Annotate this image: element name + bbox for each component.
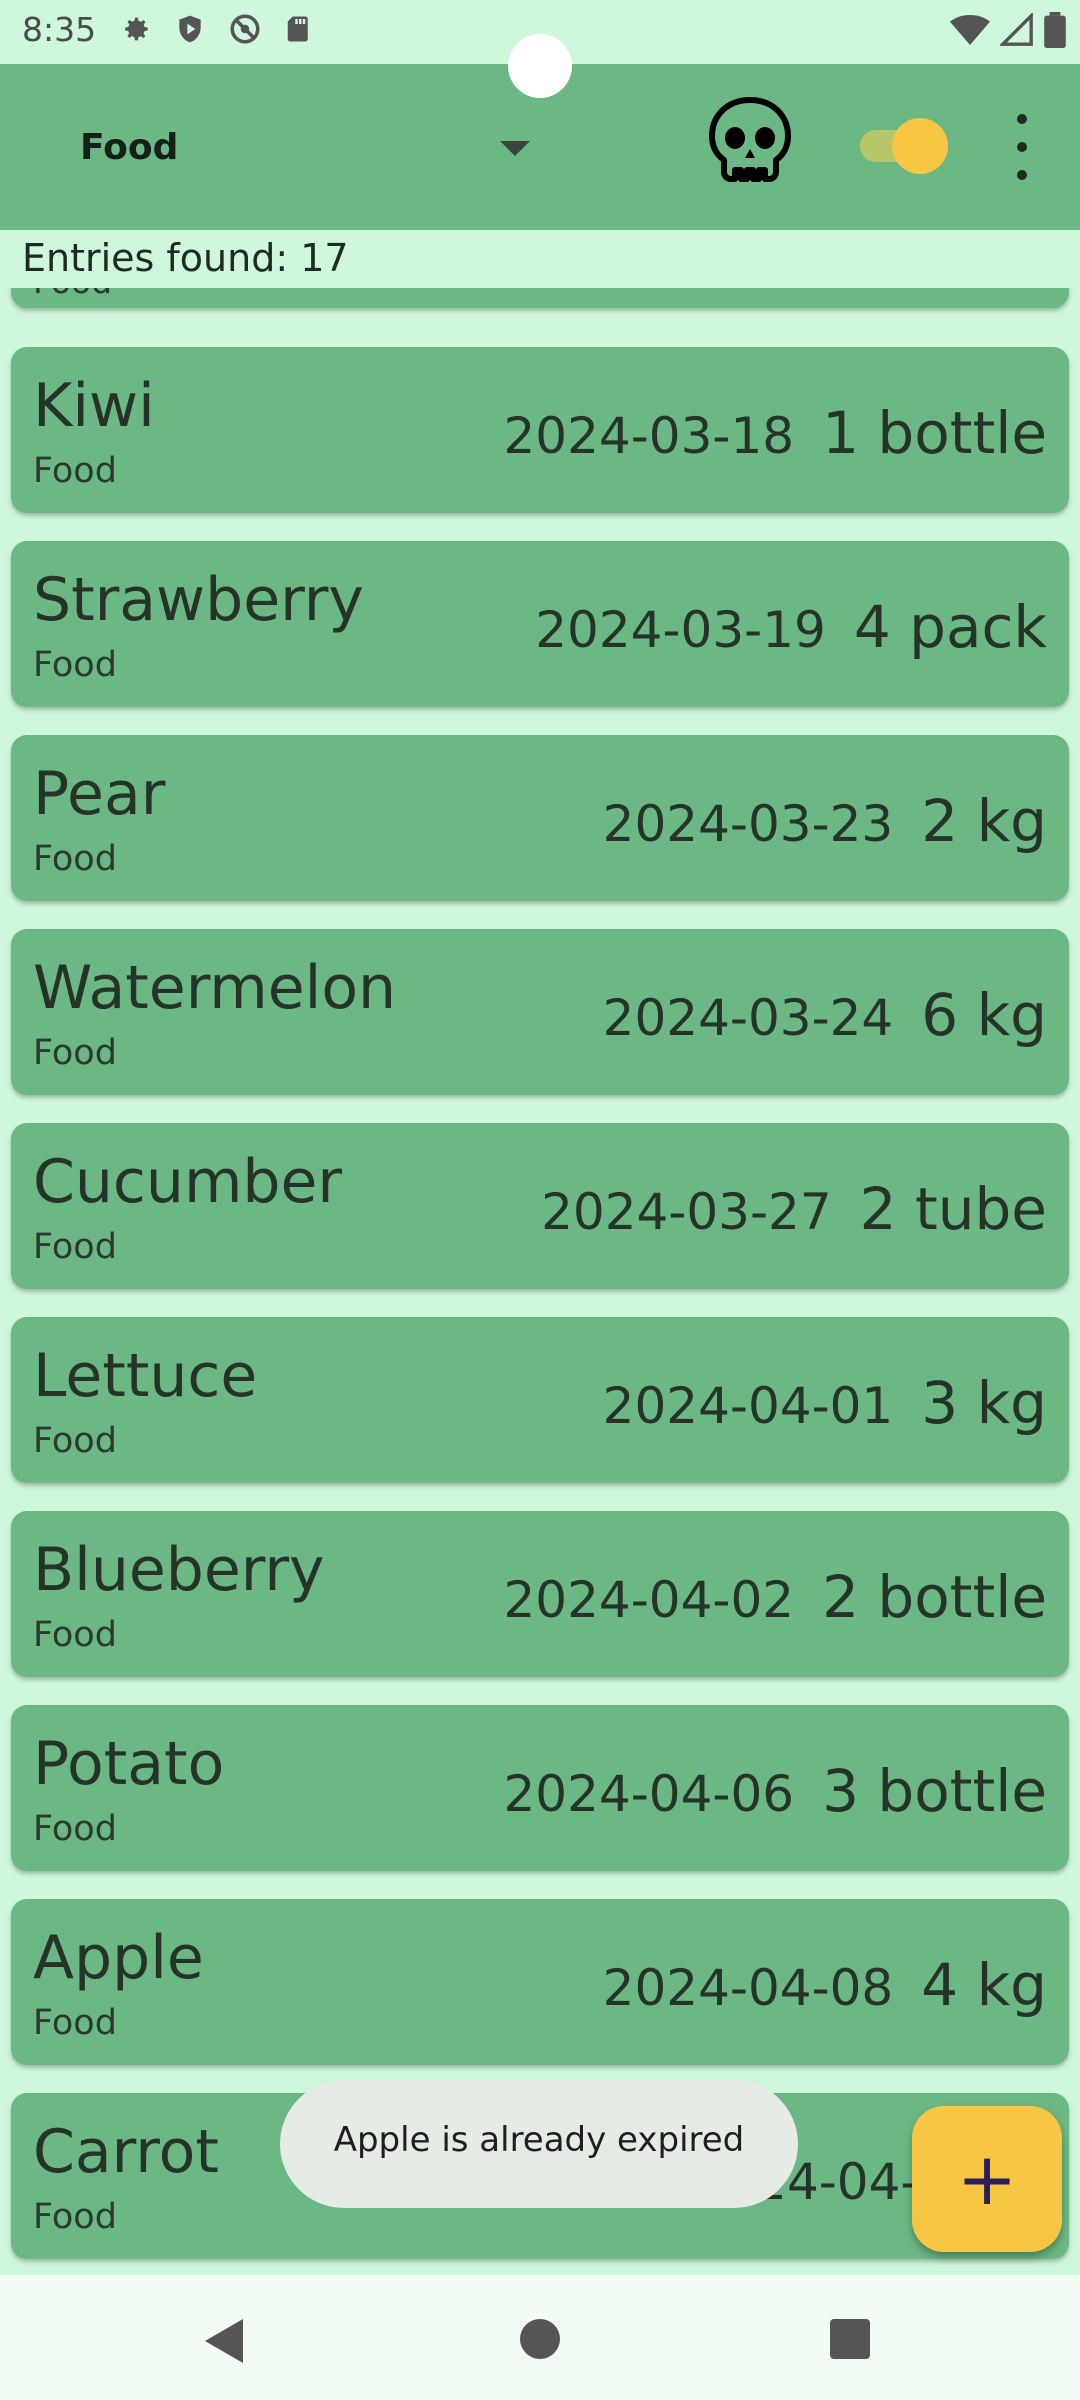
item-date: 2024-03-19 bbox=[535, 601, 826, 659]
item-name: Apple bbox=[33, 1923, 204, 1993]
list-item[interactable]: Cucumber Food 2024-03-27 2 tube bbox=[11, 1123, 1069, 1289]
no-entry-icon bbox=[228, 12, 262, 46]
item-date: 2024-04-02 bbox=[503, 1571, 795, 1629]
status-notification-icons bbox=[118, 12, 314, 46]
item-quantity: 3 bottle bbox=[822, 1757, 1047, 1825]
list-item[interactable]: Apple Food 2024-04-08 4 kg bbox=[11, 1899, 1069, 2065]
item-quantity: 1 bottle bbox=[822, 399, 1047, 467]
item-date: 2024-03-18 bbox=[503, 407, 795, 465]
list-item[interactable]: Strawberry Food 2024-03-19 4 pack bbox=[11, 541, 1069, 707]
list-item-category: Food bbox=[33, 288, 112, 301]
item-category: Food bbox=[33, 839, 117, 879]
item-category: Food bbox=[33, 2003, 117, 2043]
item-quantity: 2 tube bbox=[859, 1175, 1047, 1243]
list-item[interactable]: Pear Food 2024-03-23 2 kg bbox=[11, 735, 1069, 901]
sd-card-icon bbox=[284, 12, 314, 46]
item-date: 2024-04-06 bbox=[503, 1765, 795, 1823]
category-dropdown[interactable]: Food bbox=[80, 119, 530, 179]
item-date: 2024-03-27 bbox=[541, 1183, 832, 1241]
toast-message: Apple is already expired bbox=[280, 2080, 798, 2208]
status-system-icons bbox=[950, 11, 1066, 52]
item-category: Food bbox=[33, 1809, 117, 1849]
item-category: Food bbox=[33, 1227, 117, 1267]
plus-icon: + bbox=[956, 2137, 1018, 2221]
item-quantity: 6 kg bbox=[921, 981, 1047, 1049]
item-name: Blueberry bbox=[33, 1535, 325, 1605]
camera-cutout bbox=[508, 34, 572, 98]
item-category: Food bbox=[33, 1421, 117, 1461]
item-name: Kiwi bbox=[33, 371, 155, 441]
item-name: Carrot bbox=[33, 2117, 219, 2187]
list-item[interactable]: Watermelon Food 2024-03-24 6 kg bbox=[11, 929, 1069, 1095]
home-icon[interactable] bbox=[520, 2319, 560, 2359]
gear-icon bbox=[118, 12, 152, 46]
item-category: Food bbox=[33, 1615, 117, 1655]
shield-icon bbox=[174, 12, 206, 46]
list-item[interactable]: Kiwi Food 2024-03-18 1 bottle bbox=[11, 347, 1069, 513]
item-category: Food bbox=[33, 451, 117, 491]
item-name: Lettuce bbox=[33, 1341, 258, 1411]
item-quantity: 2 bottle bbox=[822, 1563, 1047, 1631]
add-entry-button[interactable]: + bbox=[912, 2106, 1062, 2252]
item-category: Food bbox=[33, 645, 117, 685]
item-name: Pear bbox=[33, 759, 166, 829]
list-item-partial[interactable]: Food bbox=[11, 288, 1069, 308]
item-category: Food bbox=[33, 1033, 117, 1073]
item-quantity: 4 kg bbox=[921, 1951, 1047, 2019]
item-quantity: 2 kg bbox=[921, 787, 1047, 855]
item-date: 2024-03-24 bbox=[602, 989, 894, 1047]
toggle-thumb bbox=[892, 118, 948, 174]
item-name: Strawberry bbox=[33, 565, 364, 635]
list-item[interactable]: Lettuce Food 2024-04-01 3 kg bbox=[11, 1317, 1069, 1483]
battery-icon bbox=[1044, 12, 1066, 52]
entries-list[interactable]: Food Kiwi Food 2024-03-18 1 bottle Straw… bbox=[0, 288, 1080, 2275]
theme-toggle-switch[interactable] bbox=[860, 116, 950, 176]
item-quantity: 4 pack bbox=[853, 593, 1047, 661]
list-item[interactable]: Blueberry Food 2024-04-02 2 bottle bbox=[11, 1511, 1069, 1677]
signal-icon bbox=[998, 11, 1034, 51]
wifi-icon bbox=[950, 13, 990, 51]
category-dropdown-label: Food bbox=[80, 127, 179, 168]
chevron-down-icon bbox=[500, 141, 530, 156]
item-quantity: 3 kg bbox=[921, 1369, 1047, 1437]
item-date: 2024-04-08 bbox=[602, 1959, 894, 2017]
skull-icon[interactable] bbox=[700, 94, 800, 194]
item-date: 2024-04-01 bbox=[602, 1377, 894, 1435]
system-nav-bar bbox=[0, 2275, 1080, 2400]
recents-icon[interactable] bbox=[830, 2319, 870, 2359]
item-date: 2024-03-23 bbox=[602, 795, 894, 853]
item-name: Watermelon bbox=[33, 953, 397, 1023]
overflow-menu-icon[interactable] bbox=[1000, 114, 1044, 180]
back-icon[interactable] bbox=[205, 2319, 243, 2363]
entries-count-bar: Entries found: 17 bbox=[0, 230, 1080, 288]
item-name: Cucumber bbox=[33, 1147, 343, 1217]
toast-text: Apple is already expired bbox=[333, 2120, 745, 2160]
item-name: Potato bbox=[33, 1729, 225, 1799]
item-category: Food bbox=[33, 2197, 117, 2237]
list-item[interactable]: Potato Food 2024-04-06 3 bottle bbox=[11, 1705, 1069, 1871]
status-time: 8:35 bbox=[22, 10, 97, 49]
entries-count-text: Entries found: 17 bbox=[22, 236, 349, 280]
